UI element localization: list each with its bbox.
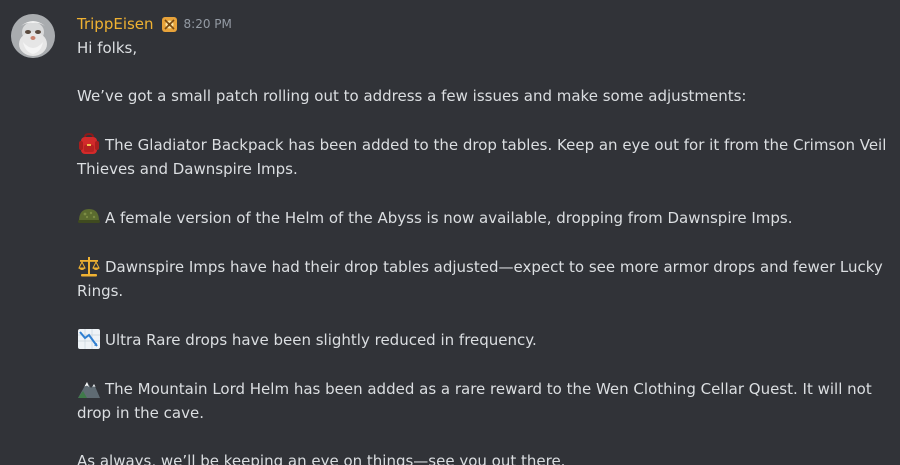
balance-scale-icon	[77, 254, 101, 278]
chat-message: TrippEisen 8:20 PM Hi folks, We’ve got a…	[0, 0, 900, 465]
military-helmet-icon	[77, 205, 101, 229]
patch-item-helm: A female version of the Helm of the Abys…	[77, 205, 895, 230]
message-content: Hi folks, We’ve got a small patch rollin…	[77, 36, 895, 465]
greeting-text: Hi folks,	[77, 39, 138, 57]
patch-item-drop-tables: Dawnspire Imps have had their drop table…	[77, 254, 895, 303]
red-backpack-icon	[77, 132, 101, 156]
role-badge-icon[interactable]	[161, 16, 178, 33]
chart-decreasing-icon	[77, 327, 101, 351]
mountain-icon	[77, 376, 101, 400]
message-header: TrippEisen 8:20 PM	[77, 13, 232, 35]
patch-item-text: The Gladiator Backpack has been added to…	[77, 136, 887, 178]
patch-item-text: A female version of the Helm of the Abys…	[105, 209, 793, 227]
patch-item-text: Ultra Rare drops have been slightly redu…	[105, 331, 537, 349]
username[interactable]: TrippEisen	[77, 15, 154, 33]
intro-text: We’ve got a small patch rolling out to a…	[77, 87, 747, 105]
patch-item-backpack: The Gladiator Backpack has been added to…	[77, 132, 895, 181]
patch-item-mountain-helm: The Mountain Lord Helm has been added as…	[77, 376, 895, 425]
closing-text: As always, we’ll be keeping an eye on th…	[77, 452, 566, 465]
timestamp[interactable]: 8:20 PM	[184, 17, 232, 31]
avatar[interactable]	[11, 14, 55, 58]
patch-item-text: Dawnspire Imps have had their drop table…	[77, 258, 883, 300]
patch-item-text: The Mountain Lord Helm has been added as…	[77, 380, 872, 422]
patch-item-ultra-rare: Ultra Rare drops have been slightly redu…	[77, 327, 895, 352]
